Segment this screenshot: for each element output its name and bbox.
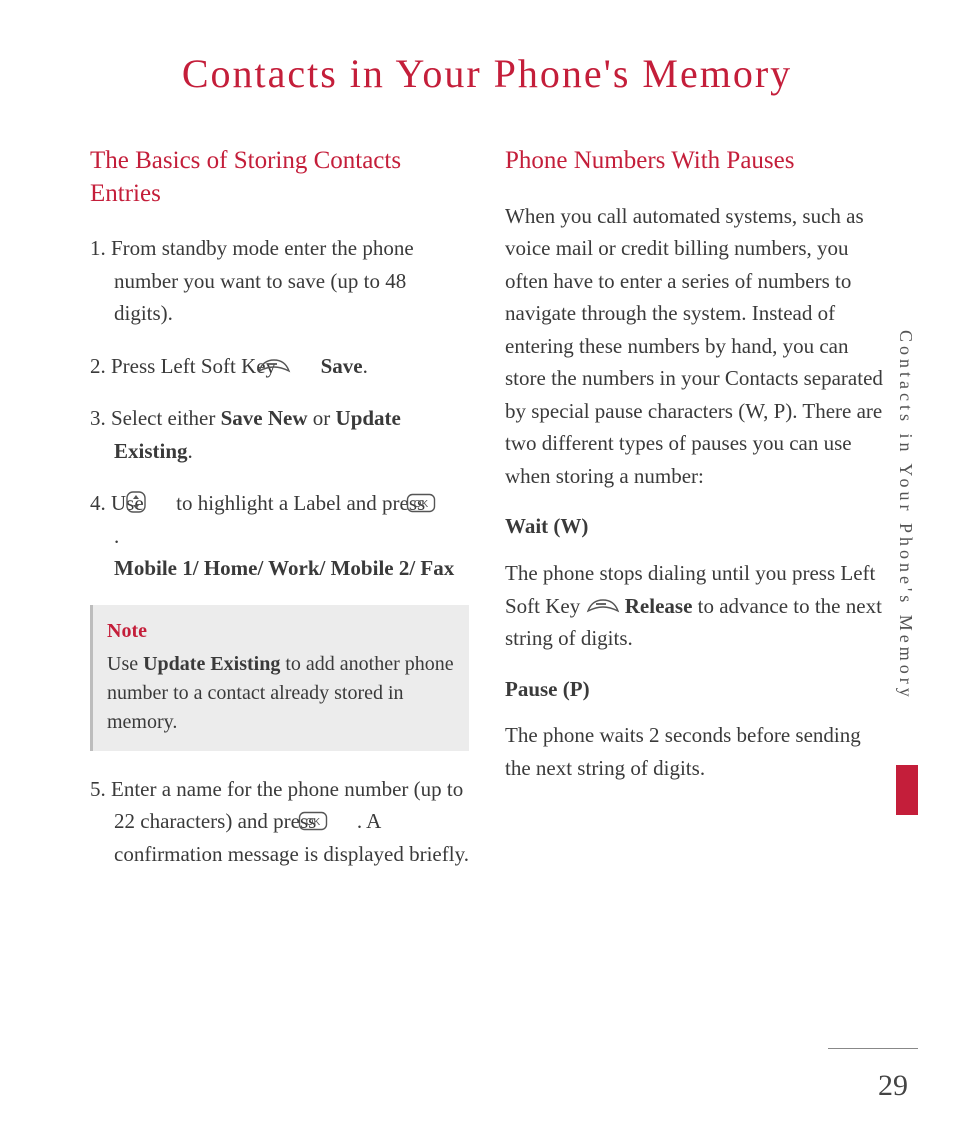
step-2: 2. Press Left Soft Key Save. <box>90 350 469 383</box>
step-2-text-c: . <box>363 354 368 378</box>
page-title: Contacts in Your Phone's Memory <box>90 50 884 97</box>
note-update: Update Existing <box>143 653 280 675</box>
step-2-save: Save <box>321 354 363 378</box>
step-4-text-c: . <box>114 524 119 548</box>
note-text-a: Use <box>107 653 143 675</box>
wait-body: The phone stops dialing until you press … <box>505 557 884 655</box>
side-accent-bar <box>896 765 918 815</box>
left-soft-key-icon <box>281 352 315 370</box>
step-3: 3. Select either Save New or Update Exis… <box>90 402 469 467</box>
heading-pauses: Phone Numbers With Pauses <box>505 145 884 178</box>
step-4-text-b: to highlight a Label and press <box>176 491 430 515</box>
svg-text:OK: OK <box>305 817 320 828</box>
note-label: Note <box>107 617 455 646</box>
wait-heading: Wait (W) <box>505 510 884 543</box>
right-column: Phone Numbers With Pauses When you call … <box>505 145 884 891</box>
step-3-savenew: Save New <box>221 406 308 430</box>
pauses-intro: When you call automated systems, such as… <box>505 200 884 493</box>
nav-up-down-icon <box>149 490 171 514</box>
svg-text:OK: OK <box>414 499 429 510</box>
two-column-layout: The Basics of Storing Contacts Entries 1… <box>90 145 884 891</box>
pause-body: The phone waits 2 seconds before sending… <box>505 719 884 784</box>
page-number: 29 <box>878 1069 908 1103</box>
step-1: 1. From standby mode enter the phone num… <box>90 232 469 330</box>
ok-key-icon: OK <box>430 490 460 510</box>
step-5: 5. Enter a name for the phone number (up… <box>90 773 469 871</box>
step-4: 4. Use to highlight a Label and press OK… <box>90 487 469 585</box>
step-3-text-e: . <box>188 439 193 463</box>
left-column: The Basics of Storing Contacts Entries 1… <box>90 145 469 891</box>
note-box: Note Use Update Existing to add another … <box>90 605 469 751</box>
wait-release: Release <box>625 594 693 618</box>
pause-heading: Pause (P) <box>505 673 884 706</box>
step-3-text-c: or <box>308 406 336 430</box>
page-number-rule <box>828 1048 918 1049</box>
side-tab-label: Contacts in Your Phone's Memory <box>895 330 916 701</box>
step-4-labels: Mobile 1/ Home/ Work/ Mobile 2/ Fax <box>114 552 454 585</box>
ok-key-icon: OK <box>322 808 352 828</box>
step-2-text-a: 2. Press Left Soft Key <box>90 354 281 378</box>
step-5-text-a: 5. Enter a name for the phone number (up… <box>90 777 463 834</box>
left-soft-key-icon <box>586 592 620 610</box>
heading-basics: The Basics of Storing Contacts Entries <box>90 145 469 210</box>
step-3-text-a: 3. Select either <box>90 406 221 430</box>
